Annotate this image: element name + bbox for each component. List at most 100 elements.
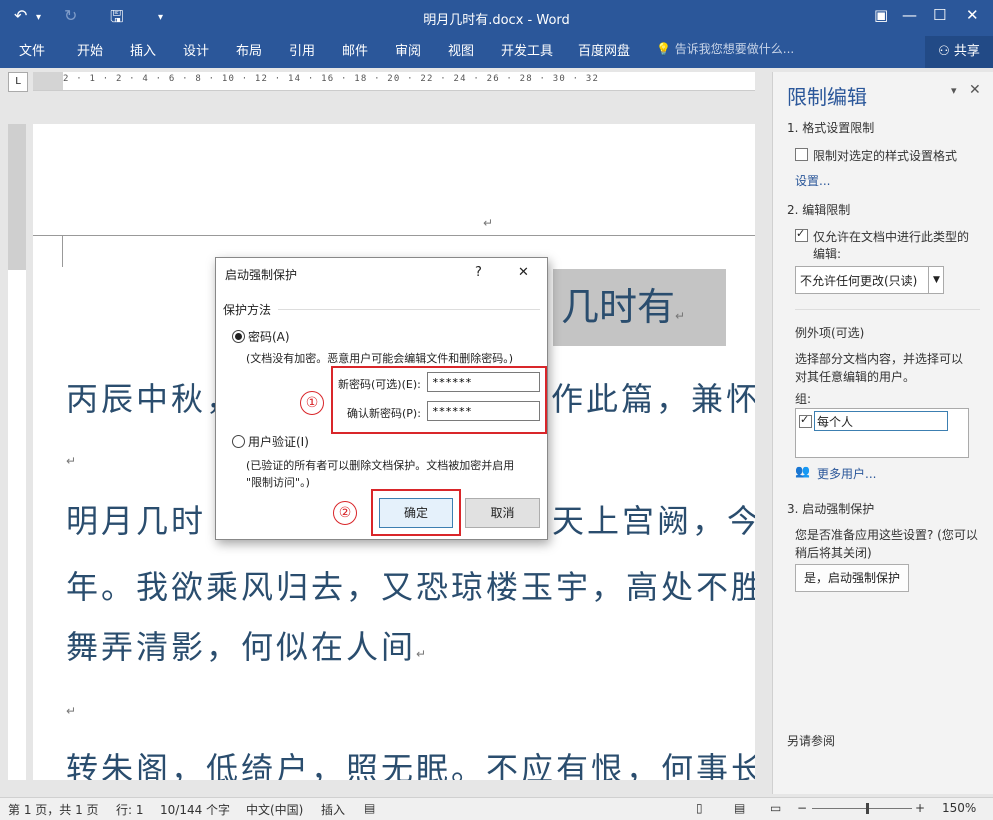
editing-checkbox[interactable]: ✓ [795, 227, 808, 242]
password-radio-label[interactable]: 密码(A) [248, 328, 290, 345]
tab-design[interactable]: 设计 [183, 40, 209, 59]
help-icon[interactable]: ? [475, 265, 482, 280]
word-count[interactable]: 10/144 个字 [160, 801, 230, 818]
restrict-editing-pane: 限制编辑 ▾ ✕ 1. 格式设置限制 限制对选定的样式设置格式 设置... 2.… [772, 72, 993, 794]
tab-references[interactable]: 引用 [289, 40, 315, 59]
zoom-out-icon[interactable]: − [797, 801, 807, 815]
paragraph-mark: ↵ [483, 216, 494, 230]
callout-number-2: ② [333, 501, 357, 525]
page-count[interactable]: 第 1 页，共 1 页 [8, 801, 99, 818]
lightbulb-icon: 💡 [656, 42, 671, 56]
tab-file[interactable]: 文件 [19, 40, 45, 59]
paragraph-mark: ↵ [66, 704, 77, 718]
language[interactable]: 中文(中国) [246, 801, 303, 818]
user-auth-note-1: (已验证的所有者可以删除文档保护。文档被加密并启用 [246, 459, 515, 472]
title-bar: ↶ ▾ ↻ 🖫 ▾ 明月几时有.docx - Word ▣ — ☐ ✕ [0, 0, 993, 36]
minimize-icon[interactable]: — [902, 6, 917, 24]
start-enforcing-button[interactable]: 是，启动强制保护 [795, 564, 909, 592]
callout-number-1: ① [300, 391, 324, 415]
ruler-margin [33, 72, 63, 90]
ruler-margin [8, 124, 26, 270]
callout-box-1 [331, 366, 547, 434]
doc-line-5: 转朱阁，低绮户，照无眠。不应有恨，何事长 [66, 744, 755, 780]
horizontal-ruler[interactable]: 2 · 1 · 2 · 4 · 6 · 8 · 10 · 12 · 14 · 1… [33, 72, 755, 91]
editing-checkbox-label-1[interactable]: 仅允许在文档中进行此类型的 [813, 228, 969, 245]
zoom-level[interactable]: 150% [942, 801, 976, 815]
formatting-checkbox[interactable] [795, 148, 808, 161]
formatting-checkbox-label[interactable]: 限制对选定的样式设置格式 [813, 147, 957, 164]
pane-title: 限制编辑 [787, 85, 867, 109]
more-users-link[interactable]: 更多用户... [817, 465, 876, 482]
section-editing: 2. 编辑限制 [787, 203, 851, 217]
paragraph-mark: ↵ [675, 309, 686, 323]
close-icon[interactable]: ✕ [518, 265, 529, 280]
zoom-slider[interactable] [812, 808, 912, 809]
insert-mode[interactable]: 插入 [321, 801, 345, 818]
window-title: 明月几时有.docx - Word [423, 13, 570, 28]
tab-view[interactable]: 视图 [448, 40, 474, 59]
list-item[interactable]: 每个人 [814, 411, 948, 431]
enforce-desc-2: 稍后将其关闭) [795, 546, 872, 560]
paragraph-mark: ↵ [66, 454, 77, 468]
doc-line-4: 舞弄清影，何似在人间↵ [66, 622, 429, 668]
zoom-thumb[interactable] [866, 803, 869, 814]
exceptions-heading: 例外项(可选) [795, 326, 865, 340]
title-text: 几时有 [561, 285, 676, 329]
user-auth-radio-label[interactable]: 用户验证(I) [248, 433, 309, 450]
ribbon-tabs: 文件 开始 插入 设计 布局 引用 邮件 审阅 视图 开发工具 百度网盘 💡 告… [0, 36, 993, 68]
tab-mailings[interactable]: 邮件 [342, 40, 368, 59]
editing-type-value: 不允许任何更改(只读) [800, 274, 918, 288]
ok-button[interactable]: 确定 [379, 498, 453, 528]
doc-text: 明月几时 [66, 502, 207, 540]
tab-layout[interactable]: 布局 [236, 40, 262, 59]
password-note: (文档没有加密。恶意用户可能会编辑文件和删除密码。) [246, 352, 514, 365]
everyone-label: 每个人 [817, 415, 854, 429]
groups-list[interactable]: ✓ 每个人 [795, 408, 969, 458]
tab-developer[interactable]: 开发工具 [501, 40, 553, 59]
section-formatting: 1. 格式设置限制 [787, 121, 875, 135]
divider [795, 309, 980, 310]
editing-type-select[interactable]: 不允许任何更改(只读) ▼ [795, 266, 944, 294]
see-also-label: 另请参阅 [787, 734, 836, 748]
chevron-down-icon[interactable]: ▼ [928, 267, 944, 293]
share-label: 共享 [953, 44, 980, 59]
pane-close-icon[interactable]: ✕ [969, 82, 981, 98]
zoom-in-icon[interactable]: + [915, 801, 925, 815]
pane-options-icon[interactable]: ▾ [951, 84, 957, 97]
paragraph-mark: ↵ [416, 647, 430, 661]
doc-line-2: 明月几时 [66, 496, 206, 542]
read-mode-icon[interactable]: ▯ [696, 801, 703, 815]
tell-me-text: 告诉我您想要做什么... [674, 42, 795, 56]
settings-link[interactable]: 设置... [795, 172, 830, 189]
tab-review[interactable]: 审阅 [395, 40, 421, 59]
tab-selector[interactable]: L [8, 72, 28, 92]
ruler-marks: 2 · 1 · 2 · 4 · 6 · 8 · 10 · 12 · 14 · 1… [63, 74, 600, 84]
editing-checkbox-label-2: 编辑: [813, 247, 842, 261]
dialog-title: 启动强制保护 [225, 268, 298, 282]
vertical-ruler[interactable] [8, 124, 26, 780]
web-layout-icon[interactable]: ▭ [770, 801, 781, 815]
line-indicator[interactable]: 行: 1 [116, 801, 144, 818]
header-line [33, 235, 755, 236]
tab-baidu-netdisk[interactable]: 百度网盘 [578, 40, 630, 59]
tab-home[interactable]: 开始 [77, 40, 103, 59]
doc-text: 作此篇，兼怀子 [551, 380, 755, 418]
share-button[interactable]: ⚇ 共享 [925, 36, 993, 68]
everyone-checkbox[interactable]: ✓ [799, 413, 812, 428]
cancel-button[interactable]: 取消 [465, 498, 540, 528]
divider [278, 309, 540, 310]
selected-title[interactable]: 几时有↵ [553, 269, 726, 346]
user-auth-radio[interactable] [232, 435, 245, 448]
section-label: 保护方法 [223, 303, 272, 317]
ribbon-display-icon[interactable]: ▣ [874, 6, 888, 24]
print-layout-icon[interactable]: ▤ [734, 801, 745, 815]
close-window-icon[interactable]: ✕ [966, 6, 979, 24]
doc-text: 知天上宫阙，今 [517, 502, 755, 540]
margin-corner [62, 235, 63, 267]
macro-icon[interactable]: ▤ [364, 801, 375, 815]
tab-insert[interactable]: 插入 [130, 40, 156, 59]
tell-me-search[interactable]: 💡 告诉我您想要做什么... [656, 40, 794, 57]
enforce-desc-1: 您是否准备应用这些设置? (您可以 [795, 528, 978, 542]
password-radio[interactable] [232, 330, 245, 343]
maximize-icon[interactable]: ☐ [933, 6, 946, 24]
